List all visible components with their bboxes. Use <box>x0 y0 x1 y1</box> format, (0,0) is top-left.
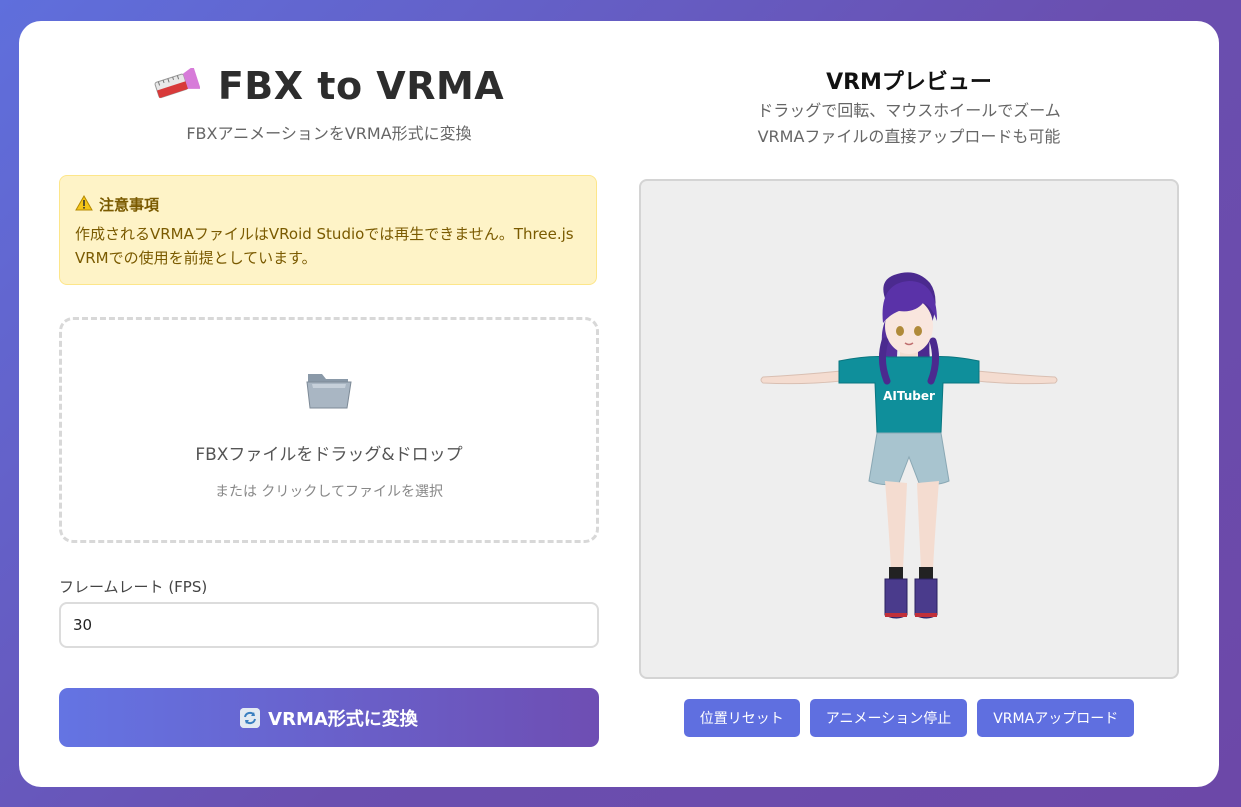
file-dropzone[interactable]: FBXファイルをドラッグ&ドロップ または クリックしてファイルを選択 <box>59 317 599 543</box>
warning-line-2: VRMでの使用を前提としています。 <box>75 249 317 267</box>
preview-button-row: 位置リセット アニメーション停止 VRMAアップロード <box>639 699 1179 737</box>
sync-icon <box>240 707 261 728</box>
ruler-icon <box>154 66 201 104</box>
stop-animation-button[interactable]: アニメーション停止 <box>809 699 968 737</box>
warning-icon <box>75 194 93 215</box>
preview-title: VRMプレビュー <box>826 70 992 95</box>
warning-heading-text: 注意事項 <box>99 196 160 214</box>
main-card: FBX to VRMA FBXアニメーションをVRMA形式に変換 注意事項 作成… <box>19 21 1219 787</box>
shirt-text: AITuber <box>883 389 935 403</box>
preview-description: ドラッグで回転、マウスホイールでズーム VRMAファイルの直接アップロードも可能 <box>639 98 1179 150</box>
vrm-avatar: AITuber <box>760 272 1058 619</box>
title-row: FBX to VRMA <box>59 61 599 111</box>
warning-body: 作成されるVRMAファイルはVRoid Studioでは再生できません。Thre… <box>75 222 581 270</box>
convert-button[interactable]: VRMA形式に変換 <box>59 688 599 747</box>
folder-icon <box>304 364 354 412</box>
fps-label: フレームレート (FPS) <box>59 578 208 596</box>
preview-desc-line-2: VRMAファイルの直接アップロードも可能 <box>757 127 1061 146</box>
app-subtitle: FBXアニメーションをVRMA形式に変換 <box>186 124 472 143</box>
vrm-preview-viewport[interactable]: AITuber <box>639 179 1179 679</box>
app-title: FBX to VRMA <box>217 64 505 108</box>
convert-button-label: VRMA形式に変換 <box>268 708 418 730</box>
warning-line-1: 作成されるVRMAファイルはVRoid Studioでは再生できません。Thre… <box>75 225 574 243</box>
fps-input[interactable] <box>59 602 599 648</box>
warning-box: 注意事項 作成されるVRMAファイルはVRoid Studioでは再生できません… <box>59 175 597 285</box>
preview-desc-line-1: ドラッグで回転、マウスホイールでズーム <box>757 101 1061 120</box>
warning-heading: 注意事項 <box>75 194 581 215</box>
dropzone-main-text: FBXファイルをドラッグ&ドロップ <box>195 445 463 465</box>
vrma-upload-button[interactable]: VRMAアップロード <box>977 699 1135 737</box>
reset-position-button[interactable]: 位置リセット <box>683 699 800 737</box>
dropzone-sub-text: または クリックしてファイルを選択 <box>214 484 444 500</box>
